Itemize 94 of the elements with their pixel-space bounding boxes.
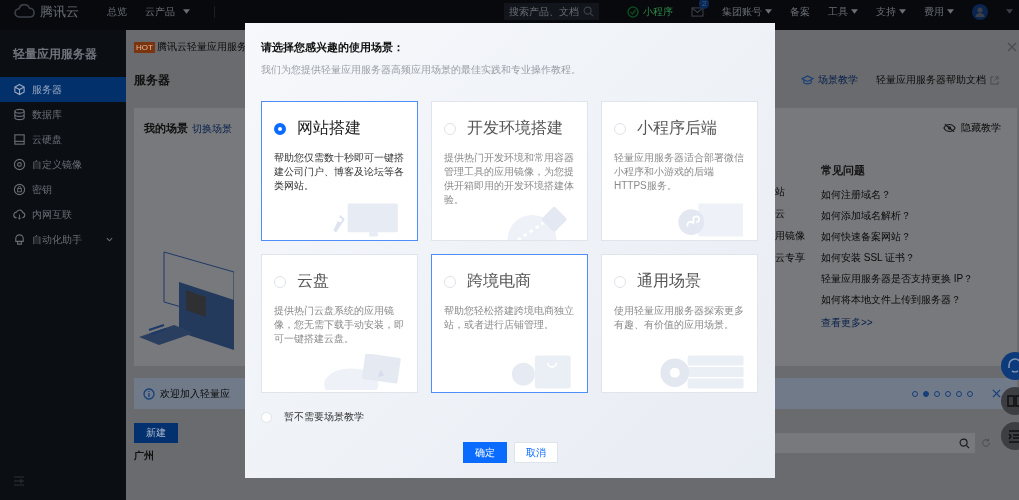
external-link-icon[interactable] bbox=[990, 75, 999, 85]
brand-logo-text[interactable]: 腾讯云 bbox=[40, 2, 79, 21]
scene-link[interactable]: 云 bbox=[775, 207, 807, 221]
announcement-text[interactable]: 腾讯云轻量应用服务 bbox=[156, 40, 247, 54]
scene-title: 小程序后端 bbox=[637, 118, 717, 138]
close-icon[interactable] bbox=[1007, 42, 1017, 52]
caret-down-icon[interactable] bbox=[851, 9, 858, 14]
pagination-dot[interactable] bbox=[923, 390, 929, 397]
caret-down-icon[interactable] bbox=[765, 9, 772, 14]
sidebar-item[interactable]: 数据库 bbox=[0, 102, 126, 127]
scene-title: 开发环境搭建 bbox=[467, 118, 563, 138]
notice-text: 欢迎加入轻量应 bbox=[160, 386, 230, 401]
avatar-icon[interactable] bbox=[972, 3, 988, 20]
eye-off-icon[interactable] bbox=[943, 123, 956, 133]
scene-description: 提供热门开发环境和常用容器管理工具的应用镜像，为您提供开箱即用的开发环境搭建体验。 bbox=[444, 151, 575, 207]
top-menu-item[interactable]: 支持 bbox=[876, 4, 896, 19]
faq-link[interactable]: 如何注册域名？ bbox=[821, 188, 891, 202]
menu-item-icon bbox=[13, 183, 26, 196]
top-menu-item[interactable]: 集团账号 bbox=[722, 4, 762, 19]
scene-title: 网站搭建 bbox=[297, 118, 361, 138]
menu-item-icon bbox=[13, 208, 26, 221]
page-title: 服务器 bbox=[134, 71, 171, 89]
scene-description: 帮助您轻松搭建跨境电商独立站，或者进行店铺管理。 bbox=[444, 304, 575, 332]
menu-item-icon bbox=[13, 158, 26, 171]
region-label: 广州 bbox=[134, 449, 155, 463]
caret-down-icon[interactable] bbox=[183, 9, 190, 14]
scene-description: 轻量应用服务器适合部署微信小程序和小游戏的后端HTTPS服务。 bbox=[614, 151, 745, 193]
sidebar-item[interactable]: 服务器 bbox=[0, 77, 126, 102]
sidebar-item[interactable]: 自动化助手 bbox=[0, 227, 126, 252]
skip-option-label[interactable]: 暂不需要场景教学 bbox=[284, 410, 364, 424]
collapse-sidebar-icon[interactable] bbox=[13, 476, 25, 486]
faq-link[interactable]: 如何添加域名解析？ bbox=[821, 209, 911, 223]
search-icon[interactable] bbox=[959, 437, 970, 449]
top-menu-item[interactable]: 费用 bbox=[924, 4, 944, 19]
search-icon[interactable] bbox=[583, 6, 594, 17]
scene-description: 提供热门云盘系统的应用镜像，您无需下载手动安装，即可一键搭建云盘。 bbox=[274, 304, 405, 346]
sidebar-item[interactable]: 自定义镜像 bbox=[0, 152, 126, 177]
scene-option-card[interactable]: 跨境电商 帮助您轻松搭建跨境电商独立站，或者进行店铺管理。 bbox=[431, 254, 588, 393]
sidebar-item[interactable]: 内网互联 bbox=[0, 202, 126, 227]
nav-item[interactable]: 云产品 bbox=[145, 4, 175, 19]
caret-icon[interactable] bbox=[1006, 9, 1013, 14]
sidebar-title: 轻量应用服务器 bbox=[12, 46, 98, 63]
caret-down-icon[interactable] bbox=[899, 9, 906, 14]
menu-item-icon bbox=[13, 133, 26, 146]
mini-program-link[interactable]: 小程序 bbox=[643, 4, 673, 19]
scene-option-card[interactable]: 开发环境搭建 提供热门开发环境和常用容器管理工具的应用镜像，为您提供开箱即用的开发环境搭建体验。 bbox=[431, 101, 588, 241]
faq-link[interactable]: 轻量应用服务器是否支持更换 IP？ bbox=[821, 272, 974, 286]
hot-badge: HOT bbox=[134, 41, 155, 53]
info-icon bbox=[143, 387, 155, 400]
scene-title: 通用场景 bbox=[637, 271, 701, 291]
close-icon[interactable] bbox=[992, 389, 1001, 398]
scene-option-card[interactable]: 小程序后端 轻量应用服务器适合部署微信小程序和小游戏的后端HTTPS服务。 bbox=[601, 101, 758, 241]
scene-option-card[interactable]: 通用场景 使用轻量应用服务器探索更多有趣、有价值的应用场景。 bbox=[601, 254, 758, 393]
sidebar-item[interactable]: 密钥 bbox=[0, 177, 126, 202]
confirm-button[interactable]: 确定 bbox=[462, 442, 507, 463]
help-docs-link[interactable]: 轻量应用服务器帮助文档 bbox=[876, 73, 986, 87]
menu-item-icon bbox=[13, 233, 26, 246]
refresh-icon[interactable] bbox=[981, 438, 991, 448]
cancel-button[interactable]: 取消 bbox=[513, 442, 558, 463]
search-field[interactable] bbox=[775, 433, 975, 453]
top-menu-item[interactable]: 备案 bbox=[790, 4, 810, 19]
check-circle-icon bbox=[627, 5, 639, 18]
scene-link[interactable]: 用镜像 bbox=[775, 229, 807, 243]
menu-item-icon bbox=[13, 108, 26, 121]
tutorial-link[interactable]: 场景教学 bbox=[818, 73, 858, 87]
menu-item-icon bbox=[13, 83, 26, 96]
top-menu-item[interactable]: 工具 bbox=[828, 4, 848, 19]
scene-title: 跨境电商 bbox=[467, 271, 531, 291]
hide-tutorial-link[interactable]: 隐藏教学 bbox=[961, 121, 1001, 135]
faq-link[interactable]: 如何安装 SSL 证书？ bbox=[821, 251, 916, 265]
faq-link[interactable]: 如何将本地文件上传到服务器？ bbox=[821, 293, 961, 307]
scene-option-card[interactable]: 云盘 提供热门云盘系统的应用镜像，您无需下载手动安装，即可一键搭建云盘。 bbox=[261, 254, 418, 393]
scene-link[interactable]: 站 bbox=[775, 185, 807, 199]
scene-description: 帮助您仅需数十秒即可一键搭建公司门户、博客及论坛等各类网站。 bbox=[274, 151, 405, 193]
radio-button[interactable] bbox=[274, 122, 286, 135]
scene-title: 云盘 bbox=[297, 271, 329, 291]
caret-down-icon[interactable] bbox=[947, 9, 954, 14]
nav-item[interactable]: 总览 bbox=[107, 4, 127, 19]
dialog-subtitle: 我们为您提供轻量应用服务器高频应用场景的最佳实践和专业操作教程。 bbox=[261, 63, 582, 77]
new-button[interactable]: 新建 bbox=[134, 423, 178, 443]
faq-title: 常见问题 bbox=[821, 163, 865, 178]
faq-link[interactable]: 如何快速备案网站？ bbox=[821, 230, 911, 244]
scene-option-card[interactable]: 网站搭建 帮助您仅需数十秒即可一键搭建公司门户、博客及论坛等各类网站。 bbox=[261, 101, 418, 241]
graduation-cap-icon bbox=[801, 74, 814, 86]
mail-icon[interactable] bbox=[691, 6, 704, 17]
card-title: 我的场景 bbox=[144, 121, 188, 136]
search-field[interactable]: 搜索产品、文档 bbox=[504, 3, 599, 20]
sidebar-item[interactable]: 云硬盘 bbox=[0, 127, 126, 152]
switch-scene-link[interactable]: 切换场景 bbox=[192, 122, 232, 136]
cloud-logo-icon bbox=[14, 4, 36, 19]
scene-description: 使用轻量应用服务器探索更多有趣、有价值的应用场景。 bbox=[614, 304, 745, 332]
dialog-title: 请选择您感兴趣的使用场景： bbox=[261, 40, 405, 55]
scene-link[interactable]: 云专享 bbox=[775, 251, 807, 265]
view-more-link[interactable]: 查看更多>> bbox=[821, 316, 873, 330]
